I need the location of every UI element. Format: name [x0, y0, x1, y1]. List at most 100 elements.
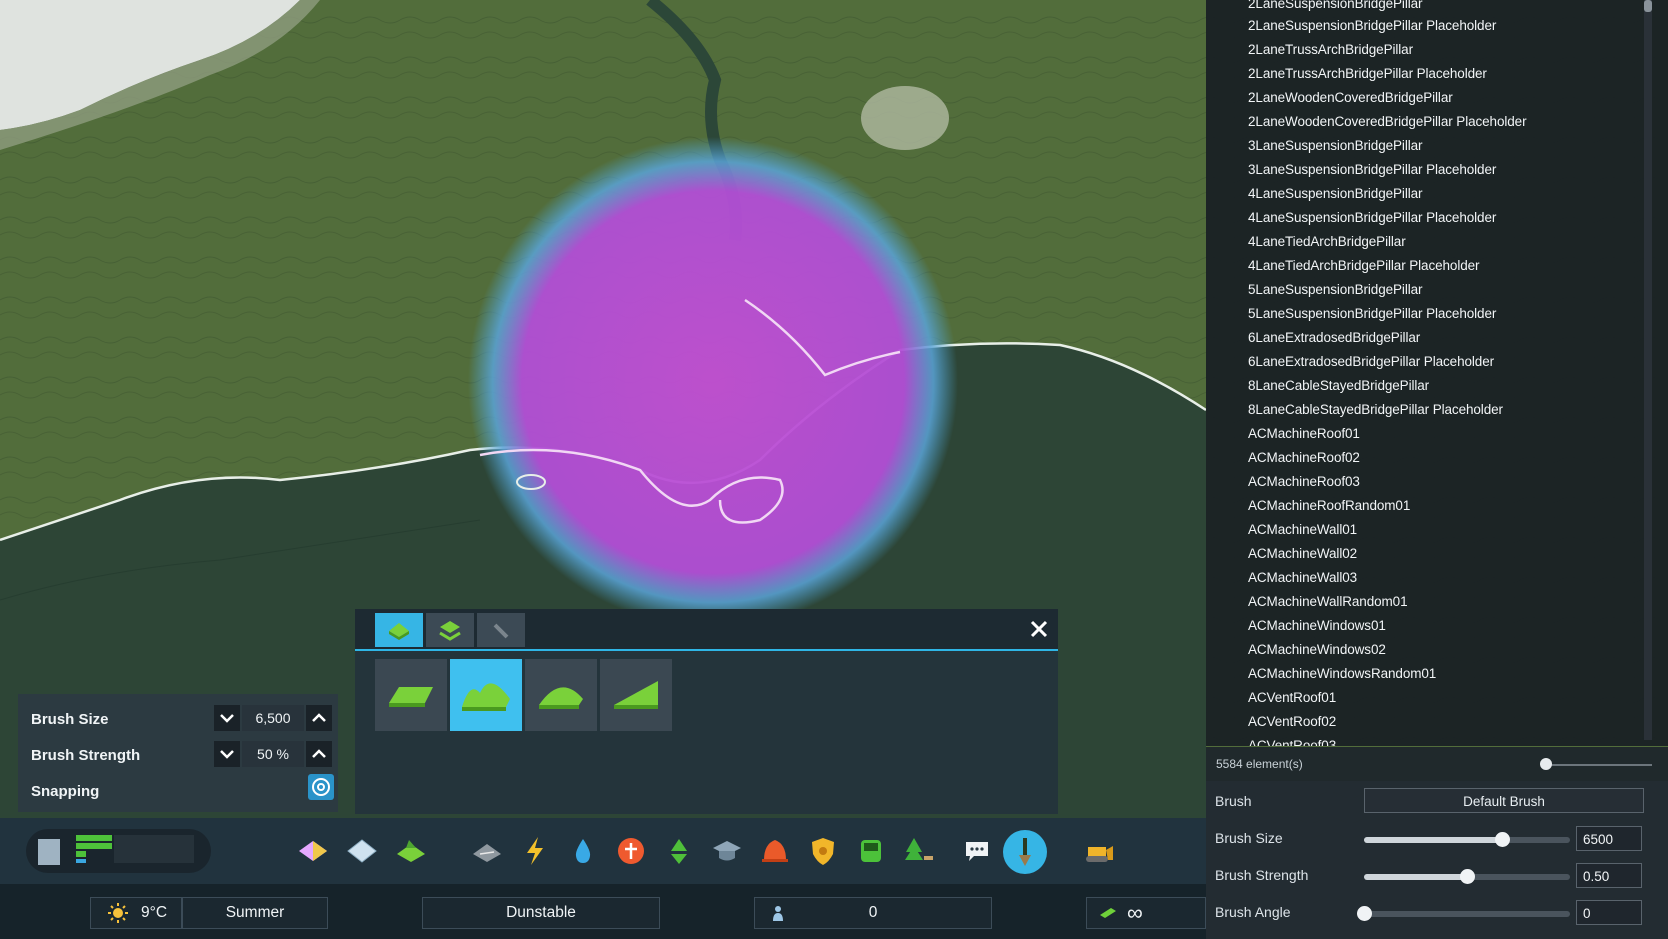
brush-options-panel: Brush Size 6,500 Brush Strength 50 % Sna…: [18, 694, 338, 812]
brush-size-knob[interactable]: [1494, 832, 1510, 847]
temperature: 9°C: [141, 904, 168, 921]
list-item[interactable]: 6LaneExtradosedBridgePillar: [1248, 330, 1420, 345]
list-item[interactable]: ACMachineWallRandom01: [1248, 594, 1408, 609]
water-icon[interactable]: [566, 834, 600, 868]
brush-strength-knob[interactable]: [1459, 869, 1475, 884]
list-item[interactable]: ACMachineWindows02: [1248, 642, 1386, 657]
brush-strength-decrease-button[interactable]: [214, 741, 240, 767]
terrain-layers-icon: [439, 621, 461, 641]
list-item[interactable]: 4LaneTiedArchBridgePillar: [1248, 234, 1406, 249]
list-item[interactable]: ACMachineRoofRandom01: [1248, 498, 1410, 513]
tab-terrain[interactable]: [375, 613, 423, 647]
brush-angle-knob[interactable]: [1356, 906, 1372, 921]
transport-icon[interactable]: [854, 834, 888, 868]
education-icon[interactable]: [710, 834, 744, 868]
garbage-icon[interactable]: [662, 834, 696, 868]
list-item[interactable]: 4LaneSuspensionBridgePillar Placeholder: [1248, 210, 1496, 225]
communications-icon[interactable]: [960, 834, 994, 868]
tool-tabbar: [355, 609, 1058, 651]
tool-raise-lower[interactable]: [450, 659, 522, 731]
list-item[interactable]: 2LaneSuspensionBridgePillar: [1248, 0, 1423, 11]
brush-angle-label: Brush Angle: [1215, 904, 1291, 920]
brush-properties-panel: Brush Default Brush Brush Size 6500 Brus…: [1206, 781, 1668, 939]
list-item[interactable]: 5LaneSuspensionBridgePillar: [1248, 282, 1423, 297]
list-item[interactable]: 2LaneWoodenCoveredBridgePillar Placehold…: [1248, 114, 1527, 129]
main-toolbar: [0, 818, 1206, 884]
chevron-down-icon: [220, 714, 234, 723]
tool-flatten[interactable]: [375, 659, 447, 731]
close-icon: [1030, 620, 1048, 638]
list-item[interactable]: 3LaneSuspensionBridgePillar Placeholder: [1248, 162, 1496, 177]
close-button[interactable]: [1025, 615, 1053, 643]
asset-list[interactable]: 2LaneSuspensionBridgePillar 2LaneSuspens…: [1206, 0, 1646, 746]
asset-list-scroll-thumb[interactable]: [1644, 0, 1652, 12]
list-item[interactable]: 8LaneCableStayedBridgePillar: [1248, 378, 1429, 393]
brush-select[interactable]: Default Brush: [1364, 788, 1644, 813]
health-icon[interactable]: [614, 834, 648, 868]
element-count: 5584 element(s): [1216, 757, 1303, 771]
list-item[interactable]: 2LaneTrussArchBridgePillar Placeholder: [1248, 66, 1487, 81]
list-item[interactable]: ACMachineRoof03: [1248, 474, 1360, 489]
list-item[interactable]: 2LaneWoodenCoveredBridgePillar: [1248, 90, 1453, 105]
brush-size-slider-fill: [1364, 837, 1503, 843]
tool-smooth[interactable]: [525, 659, 597, 731]
terraform-tool-panel: [355, 609, 1058, 814]
list-item[interactable]: ACMachineRoof01: [1248, 426, 1360, 441]
snapping-label: Snapping: [31, 783, 100, 800]
list-item[interactable]: ACVentRoof02: [1248, 714, 1336, 729]
brush-size-label: Brush Size: [1215, 830, 1283, 846]
tab-terrain-paint[interactable]: [477, 613, 525, 647]
list-zoom-slider[interactable]: [1546, 764, 1652, 766]
list-item[interactable]: ACMachineWall03: [1248, 570, 1357, 585]
brush-strength-increase-button[interactable]: [306, 741, 332, 767]
fire-icon[interactable]: [758, 834, 792, 868]
terraform-button[interactable]: [1003, 830, 1047, 874]
brush-size-label: Brush Size: [31, 711, 109, 728]
police-icon[interactable]: [806, 834, 840, 868]
list-item[interactable]: ACMachineWall01: [1248, 522, 1357, 537]
tool-slope[interactable]: [600, 659, 672, 731]
area-icon[interactable]: [345, 834, 379, 868]
parks-icon[interactable]: [902, 834, 936, 868]
list-item[interactable]: 3LaneSuspensionBridgePillar: [1248, 138, 1423, 153]
snapping-toggle[interactable]: [308, 774, 334, 800]
landscaping-icon[interactable]: [394, 834, 428, 868]
list-item[interactable]: 8LaneCableStayedBridgePillar Placeholder: [1248, 402, 1503, 417]
list-item[interactable]: ACMachineWindowsRandom01: [1248, 666, 1436, 681]
list-item[interactable]: 6LaneExtradosedBridgePillar Placeholder: [1248, 354, 1494, 369]
roads-icon[interactable]: [470, 834, 504, 868]
list-item[interactable]: 5LaneSuspensionBridgePillar Placeholder: [1248, 306, 1496, 321]
list-item[interactable]: ACMachineRoof02: [1248, 450, 1360, 465]
city-name[interactable]: Dunstable: [422, 897, 660, 929]
list-item[interactable]: ACVentRoof01: [1248, 690, 1336, 705]
brush-angle-field[interactable]: 0: [1576, 900, 1642, 925]
brush-strength-slider-fill: [1364, 874, 1467, 880]
list-zoom-knob[interactable]: [1540, 758, 1552, 770]
season-display[interactable]: Summer: [182, 897, 328, 929]
brush-size-increase-button[interactable]: [306, 705, 332, 731]
brush-size-field[interactable]: 6500: [1576, 826, 1642, 851]
list-item[interactable]: ACMachineWall02: [1248, 546, 1357, 561]
list-item[interactable]: 2LaneTrussArchBridgePillar: [1248, 42, 1413, 57]
list-item[interactable]: ACMachineWindows01: [1248, 618, 1386, 633]
brush-size-decrease-button[interactable]: [214, 705, 240, 731]
zoning-icon[interactable]: [296, 834, 330, 868]
city-info-widget[interactable]: [26, 829, 211, 873]
population-widget[interactable]: 0: [754, 897, 992, 929]
tab-terrain-layers[interactable]: [426, 613, 474, 647]
list-item[interactable]: 4LaneTiedArchBridgePillar Placeholder: [1248, 258, 1480, 273]
brush-strength-field[interactable]: 0.50: [1576, 863, 1642, 888]
bulldozer-icon[interactable]: [1082, 834, 1116, 868]
list-item[interactable]: 2LaneSuspensionBridgePillar Placeholder: [1248, 18, 1496, 33]
money-widget[interactable]: ∞: [1086, 897, 1206, 929]
population-icon: [773, 906, 783, 921]
asset-list-scrollbar[interactable]: [1644, 0, 1652, 740]
list-item[interactable]: ACVentRoof03: [1248, 738, 1336, 746]
brush-angle-slider[interactable]: [1364, 911, 1570, 917]
population-count: 0: [868, 904, 878, 921]
weather-widget[interactable]: 9°C: [90, 897, 182, 929]
brush-size-slider[interactable]: [1364, 837, 1570, 843]
list-item[interactable]: 4LaneSuspensionBridgePillar: [1248, 186, 1423, 201]
snapping-icon: [312, 778, 330, 796]
electricity-icon[interactable]: [518, 834, 552, 868]
